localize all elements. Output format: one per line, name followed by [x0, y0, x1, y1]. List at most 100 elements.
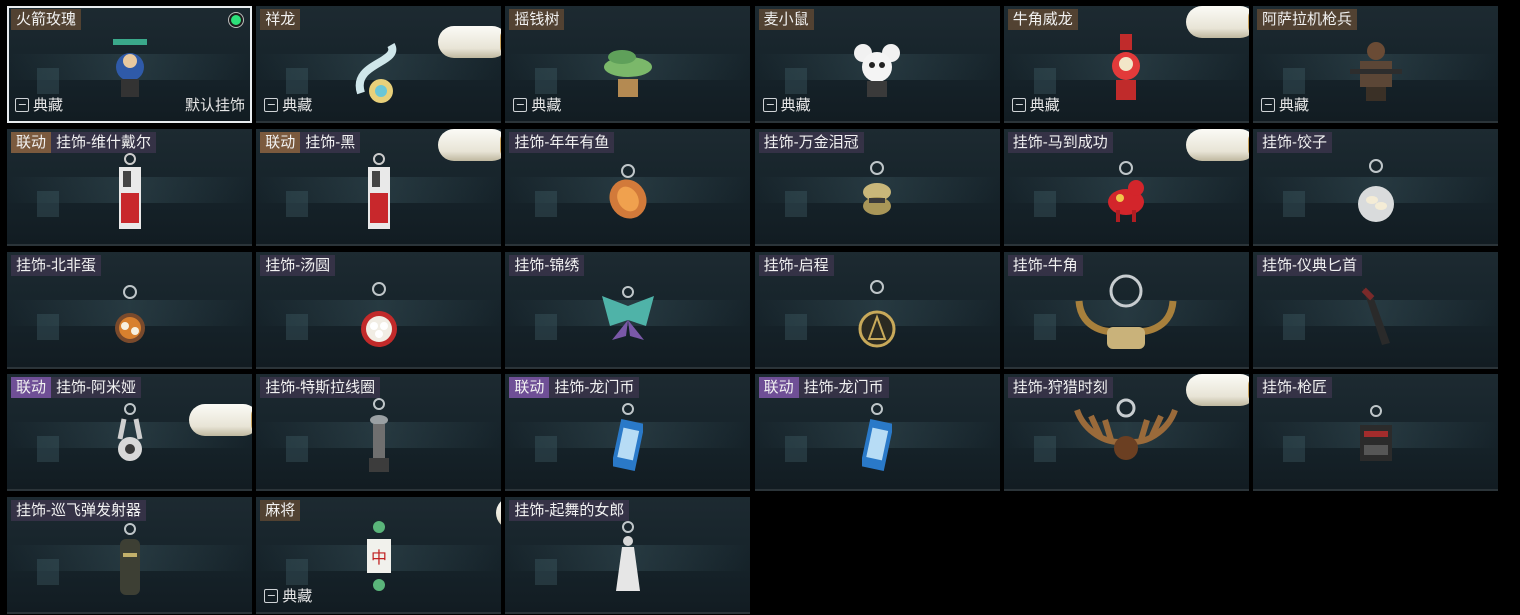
charm-card[interactable]: 联动 挂饰-黑 [256, 128, 502, 246]
charm-name-label: 挂饰-巡飞弹发射器 [11, 500, 146, 522]
collab-tag: 联动 [758, 377, 799, 399]
horse-charm-icon [1102, 160, 1150, 226]
charm-name: 阿萨拉机枪兵 [1257, 9, 1358, 30]
collection-icon [15, 97, 29, 112]
charm-name-label: 阿萨拉机枪兵 [1257, 9, 1358, 30]
charm-name-label: 挂饰-枪匠 [1257, 377, 1332, 399]
charm-name-label: 挂饰-汤圆 [260, 254, 336, 276]
charm-card[interactable]: 联动 挂饰-维什戴尔 [7, 128, 252, 246]
charm-card[interactable]: 联动 挂饰-龙门币 [505, 374, 751, 492]
charm-name: 挂饰-仪典匕首 [1257, 254, 1362, 276]
charm-card[interactable]: 联动 挂饰-阿米娅 [7, 374, 252, 492]
charm-name-label: 挂饰-马到成功 [1007, 131, 1113, 153]
card-background-light [784, 68, 807, 94]
money-tree-icon [598, 37, 658, 103]
compass-charm-icon [855, 279, 899, 353]
card-charm-icon [115, 152, 145, 233]
scroll-decoration [189, 404, 252, 437]
dumpling-plate-charm-icon [1354, 158, 1398, 228]
card-background-light [535, 436, 558, 463]
collection-icon [1261, 97, 1275, 112]
card-background-light [1033, 190, 1056, 217]
charm-name: 麦小鼠 [758, 9, 814, 30]
collection-label: 典藏 [780, 97, 811, 114]
charm-card[interactable]: 联动 挂饰-龙门币 [754, 374, 1000, 492]
card-background-light [535, 559, 558, 586]
charm-name: 挂饰-锦绣 [509, 254, 585, 276]
collection-icon [762, 97, 777, 112]
charm-name: 挂饰-年年有鱼 [509, 131, 615, 153]
charm-card[interactable]: 挂饰-枪匠 [1253, 374, 1498, 492]
charm-name-label: 挂饰-特斯拉线圈 [260, 377, 381, 399]
card-background-light [286, 68, 309, 94]
charm-name: 挂饰-巡飞弹发射器 [11, 500, 146, 522]
charm-name: 摇钱树 [509, 9, 565, 30]
charm-card[interactable]: 挂饰-启程 [754, 251, 1000, 369]
card-charm-icon [364, 152, 394, 233]
charm-name: 火箭玫瑰 [11, 9, 82, 30]
collection-label: 典藏 [1279, 97, 1310, 114]
card-background-light [1283, 68, 1305, 94]
butterfly-charm-icon [596, 285, 660, 346]
charm-card[interactable]: 挂饰-特斯拉线圈 [256, 374, 502, 492]
charm-card[interactable]: 挂饰-狩猎时刻 [1003, 374, 1249, 492]
mouse-figure-icon [851, 37, 903, 103]
card-background-light [535, 190, 558, 217]
card-background-light [784, 190, 807, 217]
charm-name-label: 联动 挂饰-阿米娅 [11, 377, 142, 399]
charm-card[interactable]: 挂饰-马到成功 [1003, 128, 1249, 246]
card-background-light [37, 559, 59, 586]
charm-name: 挂饰-北非蛋 [11, 254, 101, 276]
charm-card[interactable]: 挂饰-仪典匕首 [1253, 251, 1498, 369]
charm-name-label: 祥龙 [260, 9, 301, 30]
charm-card[interactable]: 麦小鼠典藏 [754, 6, 1000, 123]
bull-horn-charm-icon [1071, 271, 1181, 361]
charm-name-label: 联动 挂饰-龙门币 [509, 377, 640, 399]
mahjong-tile-charm-icon: 中 [364, 521, 394, 601]
dagger-charm-icon [1356, 281, 1396, 351]
collection-label: 典藏 [282, 588, 313, 606]
charm-name-label: 联动 挂饰-龙门币 [758, 377, 889, 399]
charm-name: 祥龙 [260, 9, 301, 30]
charm-card[interactable]: 火箭玫瑰 典藏 默认挂饰 [7, 6, 252, 123]
charm-card[interactable]: 挂饰-锦绣 [505, 251, 751, 369]
charm-name-label: 牛角威龙 [1007, 9, 1078, 30]
collection-icon [1011, 97, 1026, 112]
charm-card[interactable]: 挂饰-牛角 [1003, 251, 1249, 369]
charm-card[interactable]: 挂饰-年年有鱼 [505, 128, 751, 246]
charm-card[interactable]: 挂饰-北非蛋 [7, 251, 252, 369]
card-background-light [1033, 436, 1056, 463]
collection-badge: 典藏 [762, 94, 811, 115]
charm-card[interactable]: 挂饰-汤圆 [256, 251, 502, 369]
card-background-light [286, 559, 309, 586]
collection-badge: 典藏 [1011, 94, 1060, 115]
collab-tag: 联动 [509, 377, 550, 399]
charm-card[interactable]: 祥龙典藏 [256, 6, 502, 123]
card-background-light [1033, 313, 1056, 340]
charm-card[interactable]: 挂饰-万金泪冠 [754, 128, 1000, 246]
charm-name-label: 挂饰-北非蛋 [11, 254, 101, 276]
charm-name-label: 挂饰-饺子 [1257, 131, 1332, 153]
collection-badge: 典藏 [264, 585, 312, 606]
charm-card[interactable]: 摇钱树 典藏 [505, 6, 751, 123]
charm-card[interactable]: 挂饰-饺子 [1253, 128, 1498, 246]
card-background-light [535, 313, 558, 340]
charm-card[interactable]: 挂饰-起舞的女郎 [505, 497, 751, 615]
charm-card[interactable]: 挂饰-巡飞弹发射器 [7, 497, 252, 615]
coin-stack-charm-icon [857, 160, 897, 226]
charm-name-label: 挂饰-仪典匕首 [1257, 254, 1362, 276]
charm-card[interactable]: 牛角威龙典藏 [1003, 6, 1249, 123]
collection-label: 典藏 [282, 97, 313, 114]
collection-badge: 典藏 [15, 94, 63, 115]
lungmen-coin-charm-icon [612, 403, 643, 473]
launcher-charm-icon [115, 523, 145, 599]
charm-card[interactable]: 麻将中典藏 [256, 497, 502, 615]
tangyuan-bowl-charm-icon [357, 281, 401, 351]
charm-name: 挂饰-饺子 [1257, 131, 1332, 153]
collection-badge: 典藏 [1261, 94, 1309, 115]
charm-card[interactable]: 阿萨拉机枪兵典藏 [1253, 6, 1498, 123]
collection-icon [264, 97, 279, 112]
card-background-light [286, 313, 309, 340]
dancer-figurine-charm-icon [610, 521, 646, 601]
charm-name-label: 联动 挂饰-黑 [260, 131, 361, 153]
